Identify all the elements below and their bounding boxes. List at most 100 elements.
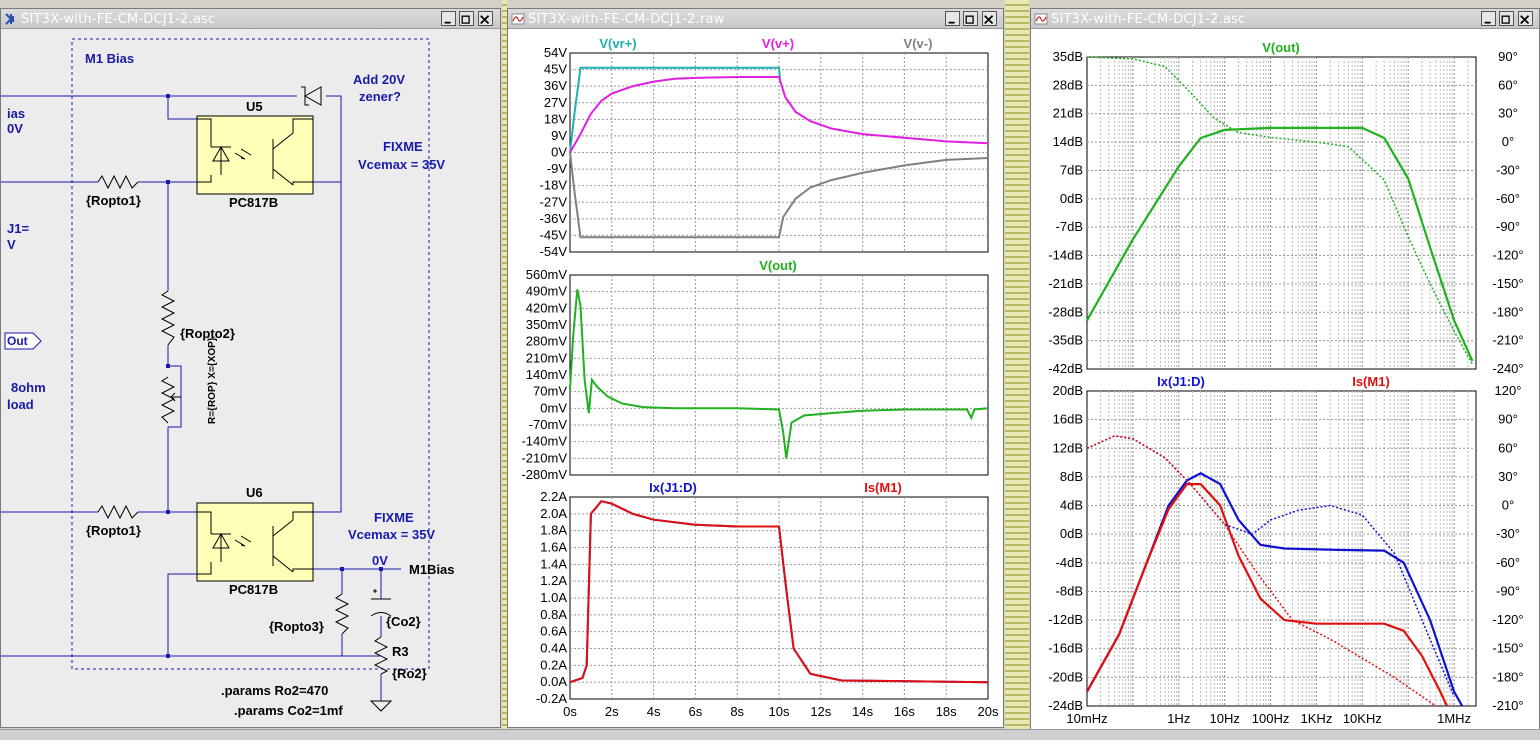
y-tick-label-left: -16dB	[1048, 641, 1083, 656]
legend-label: V(v-)	[904, 36, 933, 51]
y-tick-label: 1.0A	[540, 590, 567, 605]
bias-box-title: M1 Bias	[85, 51, 134, 66]
y-tick-label: -0.2A	[536, 691, 567, 706]
y-tick-label: 0.0A	[540, 674, 567, 689]
y-tick-label: -280mV	[521, 467, 567, 482]
maximize-button[interactable]	[459, 11, 474, 26]
y-tick-label-right: -60°	[1496, 555, 1520, 570]
ac-titlebar[interactable]: SIT3X-with-FE-CM-DCJ1-2.asc	[1031, 9, 1539, 29]
y-tick-label: 70mV	[533, 384, 567, 399]
u5-part: PC817B	[229, 195, 278, 210]
y-tick-label: -54V	[540, 244, 568, 259]
close-button[interactable]	[982, 11, 997, 26]
left-label-load: load	[7, 397, 34, 412]
y-tick-label: 420mV	[526, 300, 568, 315]
y-tick-label-left: 35dB	[1053, 49, 1083, 64]
maximize-button[interactable]	[1499, 11, 1514, 26]
legend-label: V(v+)	[762, 36, 794, 51]
left-label-8ohm: 8ohm	[11, 380, 46, 395]
ac-plot-area[interactable]: 35dB 90° 28dB 60° 21dB 30° 14dB 0° 7dB -30° 0dB -60…	[1031, 29, 1539, 732]
y-tick-label: 0.8A	[540, 607, 567, 622]
u6-part: PC817B	[229, 582, 278, 597]
param-ro2: .params Ro2=470	[221, 683, 328, 698]
y-tick-label: 1.2A	[540, 573, 567, 588]
y-tick-label-left: 16dB	[1053, 412, 1083, 427]
legend-label: Ix(J1:D)	[1157, 374, 1205, 389]
transient-plot-area[interactable]: 54V 45V36V 27V18V 9V 0V-9V -18V-27V -36V-45V -5…	[508, 29, 1003, 727]
left-label-0v: 0V	[7, 121, 23, 136]
node-voltage-label: 0V	[372, 553, 388, 568]
y-tick-label: -140mV	[521, 434, 567, 449]
transient-window[interactable]: SIT3X-with-FE-CM-DCJ1-2.raw 54V 45V 36V 27V…	[507, 8, 1004, 728]
u5-optocoupler[interactable]	[196, 115, 314, 195]
x-tick-label: 10mHz	[1066, 711, 1107, 726]
transient-titlebar[interactable]: SIT3X-with-FE-CM-DCJ1-2.raw	[508, 9, 1003, 29]
y-tick-label-right: 90°	[1498, 49, 1518, 64]
y-tick-label-left: -28dB	[1048, 304, 1083, 319]
close-button[interactable]	[478, 11, 493, 26]
y-tick-label-right: -90°	[1496, 219, 1520, 234]
y-tick-label-right: 30°	[1498, 469, 1518, 484]
ac-title: SIT3X-with-FE-CM-DCJ1-2.asc	[1051, 12, 1246, 27]
y-tick-label: -45V	[540, 227, 568, 242]
schematic-titlebar[interactable]: SIT3X-with-FE-CM-DCJ1-2.asc	[1, 9, 500, 29]
y-tick-label-right: -90°	[1496, 583, 1520, 598]
y-tick-label-left: -8dB	[1056, 583, 1083, 598]
close-button[interactable]	[1518, 11, 1533, 26]
y-tick-label-right: 60°	[1498, 440, 1518, 455]
y-tick-label: -36V	[540, 211, 568, 226]
out-net-port[interactable]: Out	[4, 332, 42, 350]
param-co2: .params Co2=1mf	[234, 703, 343, 718]
transient-pane-1: 54V 45V36V 27V18V 9V 0V-9V -18V-27V -36V-45V -5…	[540, 36, 989, 259]
pane-frame	[1086, 56, 1477, 370]
u6-optocoupler[interactable]	[196, 502, 314, 582]
zener-note-line2: zener?	[359, 89, 401, 104]
minimize-button[interactable]	[945, 11, 960, 26]
y-tick-label-right: -30°	[1496, 526, 1520, 541]
ropto1-b-label: {Ropto1}	[86, 523, 141, 538]
y-tick-label: 54V	[544, 45, 567, 60]
waveform-app-icon	[1034, 13, 1048, 25]
y-tick-label-right: -120°	[1492, 612, 1523, 627]
ac-window[interactable]: SIT3X-with-FE-CM-DCJ1-2.asc 35dB 90° 28dB 6…	[1030, 8, 1540, 733]
schematic-canvas[interactable]: M1 Bias ias 0V J1= V Out 8ohm load Add 2…	[1, 29, 500, 727]
y-tick-label: 1.6A	[540, 540, 567, 555]
maximize-button[interactable]	[963, 11, 978, 26]
legend-label: V(out)	[1262, 40, 1300, 55]
minimize-button[interactable]	[441, 11, 456, 26]
schematic-window[interactable]: SIT3X-with-FE-CM-DCJ1-2.asc M1 Bias ias …	[0, 8, 501, 728]
y-tick-label-right: 30°	[1498, 106, 1518, 121]
y-tick-label-right: 60°	[1498, 77, 1518, 92]
transient-pane-3: 0s 2s 4s 6s 8s 10s 12s 14s 16s 18s 20s 2.2A 2.0A 1.8A…	[536, 480, 999, 719]
y-tick-label-left: -20dB	[1048, 669, 1083, 684]
y-tick-label-right: -150°	[1492, 276, 1523, 291]
y-tick-label-right: 120°	[1495, 383, 1522, 398]
x-tick-label: 4s	[647, 704, 661, 719]
m1bias-net-label: M1Bias	[409, 562, 455, 577]
y-tick-label-left: 20dB	[1053, 383, 1083, 398]
x-tick-label: 1MHz	[1437, 711, 1471, 726]
minimize-button[interactable]	[1481, 11, 1496, 26]
x-tick-label: 10Hz	[1209, 711, 1239, 726]
y-tick-label-left: -14dB	[1048, 248, 1083, 263]
y-tick-label-right: -210°	[1492, 698, 1523, 713]
y-tick-label-left: -12dB	[1048, 612, 1083, 627]
x-tick-label: 0s	[563, 704, 577, 719]
x-tick-label: 10s	[769, 704, 790, 719]
y-tick-label: -27V	[540, 194, 568, 209]
y-tick-label: 9V	[551, 128, 567, 143]
u5-ref: U5	[246, 99, 263, 114]
ropto1-a-label: {Ropto1}	[86, 193, 141, 208]
legend-label: Is(M1)	[864, 480, 902, 495]
x-tick-label: 10KHz	[1343, 711, 1382, 726]
u6-ref: U6	[246, 485, 263, 500]
fixme1-line2: Vcemax = 35V	[358, 157, 445, 172]
fixme2-line1: FIXME	[374, 510, 414, 525]
legend-label: V(out)	[759, 258, 797, 273]
y-tick-label-right: -60°	[1496, 191, 1520, 206]
y-tick-label-left: 0dB	[1060, 526, 1083, 541]
y-tick-label-left: -35dB	[1048, 333, 1083, 348]
y-tick-label: 140mV	[526, 367, 568, 382]
bottom-scrollbar[interactable]	[0, 729, 1540, 740]
x-tick-label: 2s	[605, 704, 619, 719]
